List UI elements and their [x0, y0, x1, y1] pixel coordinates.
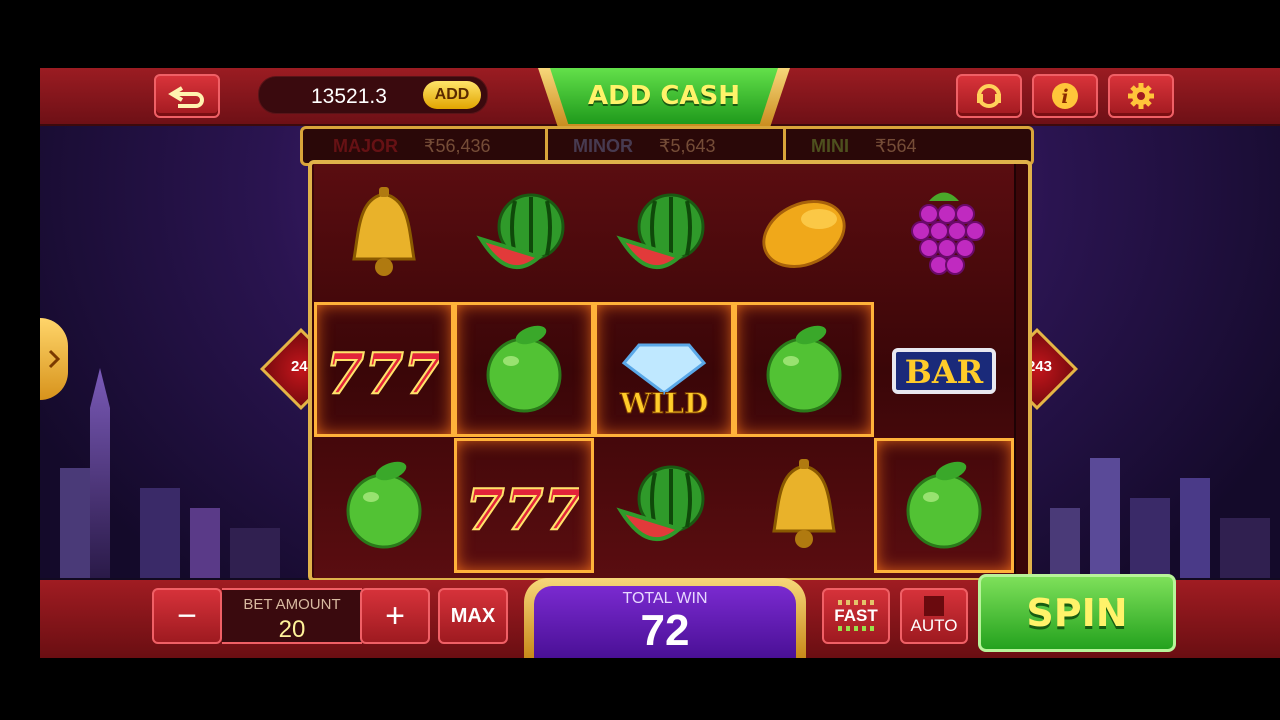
reel-grid: 777 777 WILD BAR	[308, 160, 1032, 582]
reel-3: WILD	[594, 164, 736, 578]
mango-icon	[762, 199, 846, 268]
auto-label: AUTO	[910, 616, 958, 635]
bell-icon	[772, 458, 836, 548]
chevron-right-icon	[48, 349, 61, 369]
gear-icon	[1128, 83, 1154, 109]
jackpot-amount: ₹56,436	[424, 135, 491, 156]
jackpot-minor: MINOR ₹5,643	[573, 129, 716, 163]
reel-cell	[454, 302, 594, 437]
svg-text:BAR: BAR	[905, 353, 984, 391]
jackpot-label: MAJOR	[333, 135, 399, 156]
balance-value: 13521.3	[311, 85, 387, 108]
info-icon: i	[1052, 83, 1078, 109]
add-cash-button[interactable]: ADD CASH	[538, 68, 790, 128]
jackpot-major: MAJOR ₹56,436	[333, 129, 491, 163]
spin-button[interactable]: SPIN	[978, 574, 1176, 652]
bet-amount-display: BET AMOUNT 20	[222, 588, 362, 644]
fast-spin-button[interactable]: FAST	[822, 588, 890, 644]
jackpot-label: MINOR	[573, 135, 633, 156]
divider	[545, 129, 548, 163]
total-win-value: 72	[640, 606, 690, 655]
fast-label: FAST	[834, 606, 878, 625]
slot-game: 13521.3 ADD ADD CASH i MAJOR ₹56,436 MIN…	[40, 68, 1280, 658]
bet-amount-label: BET AMOUNT	[243, 596, 341, 613]
reel-cell	[314, 438, 454, 573]
jackpot-amount: ₹5,643	[659, 135, 716, 156]
support-button[interactable]	[956, 74, 1022, 118]
seven-icon: 777	[469, 476, 579, 544]
divider	[783, 129, 786, 163]
reel-cell: 777	[454, 438, 594, 573]
max-bet-button[interactable]: MAX	[438, 588, 508, 644]
reel-cell	[874, 166, 1014, 301]
balance-display: 13521.3 ADD	[258, 76, 488, 114]
reel-cell: BAR	[874, 302, 1014, 437]
reel-4	[734, 164, 876, 578]
decrease-bet-button[interactable]: −	[152, 588, 222, 644]
apple-icon	[486, 325, 562, 412]
reel-cell	[734, 166, 874, 301]
dots-icon	[838, 626, 874, 631]
info-button[interactable]: i	[1032, 74, 1098, 118]
top-bar: 13521.3 ADD ADD CASH i	[40, 68, 1280, 128]
add-cash-label: ADD CASH	[550, 68, 778, 124]
increase-bet-button[interactable]: +	[360, 588, 430, 644]
watermelon-icon	[476, 193, 565, 269]
reel-cell	[874, 438, 1014, 573]
jackpot-mini: MINI ₹564	[811, 129, 916, 163]
stop-square-icon	[924, 596, 944, 616]
reel-5: BAR	[874, 164, 1016, 578]
svg-text:WILD: WILD	[619, 387, 709, 420]
watermelon-icon	[616, 193, 705, 269]
reel-cell	[594, 166, 734, 301]
reel-cell: 777	[314, 302, 454, 437]
total-win-panel: TOTAL WIN 72	[524, 578, 806, 658]
svg-text:777: 777	[469, 477, 579, 543]
wild-icon: WILD	[618, 343, 709, 420]
auto-spin-button[interactable]: AUTO	[900, 588, 968, 644]
bell-icon	[352, 186, 416, 276]
watermelon-icon	[616, 465, 705, 541]
bottom-bar: − BET AMOUNT 20 + MAX TOTAL WIN 72 FAST …	[40, 574, 1280, 658]
reel-cell	[734, 438, 874, 573]
jackpot-label: MINI	[811, 135, 849, 156]
reel-cell	[594, 438, 734, 573]
seven-icon: 777	[329, 340, 439, 408]
reel-cell	[314, 166, 454, 301]
apple-icon	[346, 461, 422, 548]
settings-button[interactable]	[1108, 74, 1174, 118]
back-arrow-icon	[168, 86, 204, 108]
grapes-icon	[911, 192, 985, 275]
back-button[interactable]	[154, 74, 220, 118]
reel-cell: WILD	[594, 302, 734, 437]
svg-text:777: 777	[329, 341, 439, 407]
reel-2: 777	[454, 164, 596, 578]
add-button[interactable]: ADD	[423, 81, 481, 109]
reel-1: 777	[314, 164, 456, 578]
bet-amount-value: 20	[278, 616, 306, 643]
apple-icon	[906, 461, 982, 548]
apple-icon	[766, 325, 842, 412]
jackpot-amount: ₹564	[875, 135, 917, 156]
reel-cell	[734, 302, 874, 437]
svg-text:i: i	[1061, 86, 1068, 108]
headset-icon	[977, 84, 1001, 108]
bar-icon: BAR	[892, 347, 996, 394]
reel-cell	[454, 166, 594, 301]
